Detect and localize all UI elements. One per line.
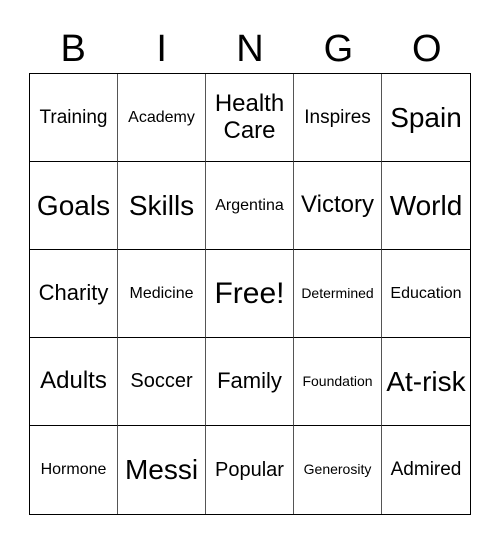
- bingo-cell[interactable]: Skills: [118, 162, 206, 250]
- bingo-card-grid: Training Academy Health Care Inspires Spain G…: [29, 73, 471, 515]
- bingo-cell[interactable]: Family: [206, 338, 294, 426]
- bingo-cell[interactable]: Generosity: [294, 426, 382, 514]
- bingo-cell-label: Skills: [128, 189, 195, 221]
- bingo-cell-label: Hormone: [40, 461, 107, 479]
- bingo-cell-label: Generosity: [303, 461, 372, 478]
- bingo-cell-label: Admired: [390, 459, 462, 481]
- bingo-cell[interactable]: Adults: [30, 338, 118, 426]
- header-letter-o: O: [412, 28, 442, 70]
- bingo-cell-label: Family: [217, 368, 282, 394]
- bingo-cell-label: Victory: [301, 191, 374, 219]
- bingo-cell[interactable]: Training: [30, 74, 118, 162]
- bingo-cell[interactable]: Admired: [382, 426, 470, 514]
- bingo-cell-label: Training: [39, 106, 108, 128]
- bingo-cell[interactable]: Victory: [294, 162, 382, 250]
- bingo-cell[interactable]: Goals: [30, 162, 118, 250]
- bingo-cell-label: Academy: [128, 108, 195, 126]
- bingo-cell-label: Medicine: [129, 284, 194, 302]
- header-letter-n: N: [236, 28, 264, 70]
- bingo-cell-label: World: [389, 189, 463, 221]
- bingo-cell[interactable]: Health Care: [206, 74, 294, 162]
- bingo-cell-label: Free!: [214, 276, 285, 310]
- bingo-cell-label: Adults: [40, 367, 107, 395]
- bingo-cell-label: Education: [390, 284, 462, 302]
- bingo-cell-label: Foundation: [302, 372, 373, 389]
- bingo-cell-label: At-risk: [386, 365, 466, 397]
- bingo-cell[interactable]: Soccer: [118, 338, 206, 426]
- bingo-cell-label: Health Care: [214, 89, 285, 144]
- bingo-cell[interactable]: Charity: [30, 250, 118, 338]
- bingo-cell-label: Determined: [301, 284, 374, 301]
- header-letter-b: B: [60, 28, 86, 70]
- bingo-cell[interactable]: Medicine: [118, 250, 206, 338]
- bingo-cell-label: Argentina: [215, 196, 284, 214]
- bingo-cell-label: Soccer: [130, 370, 193, 393]
- header-letter-g: G: [323, 28, 354, 70]
- header-letter-i: I: [156, 28, 167, 70]
- bingo-cell[interactable]: Argentina: [206, 162, 294, 250]
- bingo-header: B I N G O: [29, 26, 471, 72]
- bingo-cell[interactable]: Determined: [294, 250, 382, 338]
- bingo-cell[interactable]: Foundation: [294, 338, 382, 426]
- bingo-cell[interactable]: Messi: [118, 426, 206, 514]
- bingo-cell[interactable]: At-risk: [382, 338, 470, 426]
- bingo-cell[interactable]: Spain: [382, 74, 470, 162]
- bingo-cell[interactable]: Academy: [118, 74, 206, 162]
- bingo-cell-label: Goals: [36, 189, 111, 221]
- bingo-cell-label: Popular: [215, 458, 284, 481]
- bingo-cell-label: Charity: [38, 280, 109, 306]
- bingo-cell-label: Messi: [124, 454, 199, 486]
- bingo-cell-label: Inspires: [304, 106, 371, 128]
- free-space-cell[interactable]: Free!: [206, 250, 294, 338]
- bingo-cell[interactable]: Inspires: [294, 74, 382, 162]
- bingo-cell[interactable]: World: [382, 162, 470, 250]
- bingo-cell[interactable]: Education: [382, 250, 470, 338]
- bingo-cell-label: Spain: [390, 101, 462, 133]
- bingo-cell[interactable]: Hormone: [30, 426, 118, 514]
- bingo-cell[interactable]: Popular: [206, 426, 294, 514]
